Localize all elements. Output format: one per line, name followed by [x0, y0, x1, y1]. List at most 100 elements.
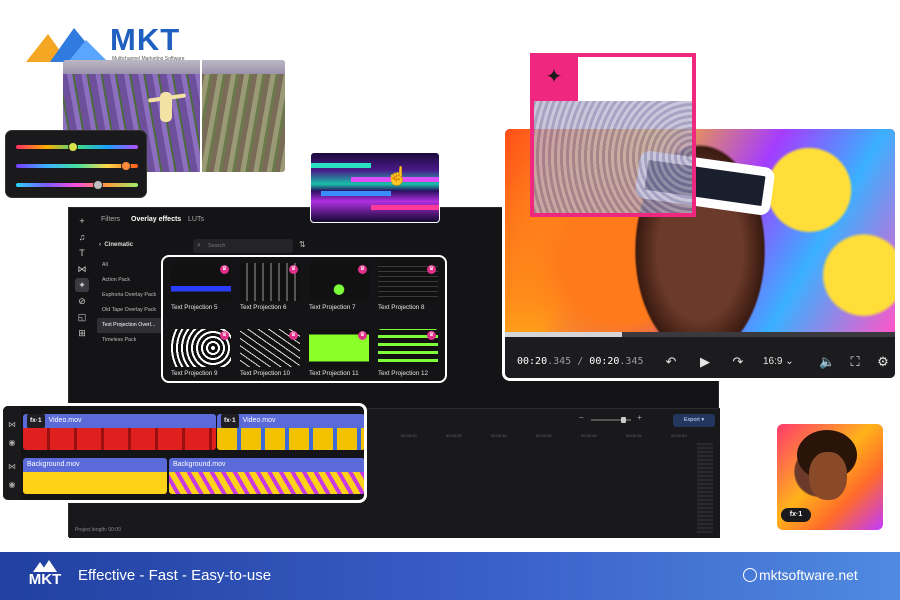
effect-thumb[interactable]: ♛ — [309, 263, 369, 301]
text-icon[interactable]: T — [75, 246, 89, 260]
video-clip[interactable]: fx·1 Video.mov — [23, 414, 216, 450]
volume-icon[interactable]: 🔈 — [819, 354, 835, 370]
play-icon[interactable]: ▶ — [697, 354, 713, 370]
effect-label: Text Projection 8 — [378, 304, 425, 311]
hue-slider[interactable] — [16, 142, 138, 152]
time-ruler: 00:00:20 00:00:25 00:00:30 00:00:35 00:0… — [369, 433, 699, 441]
saturation-slider[interactable] — [16, 161, 138, 171]
effect-label: Text Projection 9 — [171, 370, 218, 377]
tab-overlay-effects[interactable]: Overlay effects — [131, 216, 181, 223]
crown-icon: ♛ — [289, 265, 298, 274]
canvas: MKT Multichannel Marketing Software Filt… — [0, 0, 900, 600]
slider-knob[interactable] — [93, 180, 103, 190]
clip-name: Video.mov — [242, 417, 276, 424]
slider-knob[interactable] — [121, 161, 131, 171]
effects-icon[interactable]: ✦ — [75, 278, 89, 292]
crown-icon: ♛ — [289, 331, 298, 340]
effect-label: Text Projection 6 — [240, 304, 287, 311]
footer-logo-text: MKT — [28, 571, 62, 588]
search-icon: ⌕ — [197, 242, 201, 249]
category-list: All Action Pack Euphoria Overlay Pack Ol… — [97, 258, 165, 348]
video-clip[interactable]: fx·1 Video.mov — [217, 414, 364, 450]
tool-sidebar: + ♫ T ⋈ ✦ ⊘ ◱ ⊞ — [75, 214, 89, 342]
effect-label: Text Projection 7 — [309, 304, 356, 311]
category-header-label: Cinematic — [104, 242, 134, 248]
effect-label: Text Projection 5 — [171, 304, 218, 311]
current-time: 00:20 — [517, 356, 548, 367]
redo-icon[interactable]: ↷ — [730, 354, 746, 370]
effect-label: Text Projection 11 — [309, 370, 359, 377]
progress-bar[interactable] — [505, 332, 895, 337]
aspect-ratio-select[interactable]: 16:9 ⌄ — [763, 356, 794, 367]
fx-badge: fx·1 — [781, 508, 811, 522]
category-item[interactable]: All — [97, 258, 165, 273]
zoom-slider[interactable] — [591, 417, 631, 423]
glitch-effect-preview: ☝ — [310, 152, 440, 223]
category-item[interactable]: Euphoria Overlay Pack — [97, 288, 165, 303]
effect-thumb[interactable]: ♛ — [378, 329, 438, 367]
ruler-tick: 00:00:40 — [581, 433, 597, 438]
clip-name: Background.mov — [173, 461, 226, 468]
crown-icon: ♛ — [427, 331, 436, 340]
category-item[interactable]: Old Tape Overlay Pack — [97, 303, 165, 318]
add-icon[interactable]: + — [75, 214, 89, 228]
background-clip[interactable]: Background.mov — [23, 458, 167, 494]
background-clip[interactable]: Background.mov — [169, 458, 364, 494]
footer-website-text: mktsoftware.net — [759, 567, 858, 583]
hand-cursor-icon: ☝ — [386, 166, 409, 186]
crown-icon: ♛ — [358, 265, 367, 274]
category-header[interactable]: ‹ Cinematic — [99, 242, 133, 248]
sort-icon[interactable]: ⇅ — [299, 240, 306, 249]
luminance-slider[interactable] — [16, 180, 138, 190]
mute-icon[interactable]: ⋈ — [7, 420, 17, 430]
search-input[interactable]: ⌕ Search — [193, 239, 293, 253]
effect-label: Text Projection 12 — [378, 370, 429, 377]
category-item[interactable]: Timeless Pack — [97, 333, 165, 348]
sticker-icon[interactable]: ◱ — [75, 310, 89, 324]
ruler-tick: 00:00:45 — [626, 433, 642, 438]
footer-website[interactable]: mktsoftware.net — [743, 567, 858, 583]
effect-thumb[interactable]: ♛ — [309, 329, 369, 367]
music-icon[interactable]: ♫ — [75, 230, 89, 244]
footer-tagline: Effective - Fast - Easy-to-use — [78, 567, 272, 584]
ruler-tick: 00:00:20 — [401, 433, 417, 438]
zoom-out-icon[interactable]: − — [579, 413, 584, 422]
zoom-control: − + — [579, 413, 645, 424]
eye-icon[interactable]: ◉ — [7, 438, 17, 448]
effect-thumb[interactable]: ♛ — [240, 329, 300, 367]
fx-badge: fx·1 — [221, 414, 239, 428]
settings-gear-icon[interactable]: ⚙ — [875, 354, 891, 370]
tab-filters[interactable]: Filters — [101, 216, 120, 223]
mute-icon[interactable]: ⋈ — [7, 462, 17, 472]
zoom-knob[interactable] — [621, 417, 626, 423]
project-length: Project length: 00:00 — [75, 527, 121, 533]
transition-icon[interactable]: ⋈ — [75, 262, 89, 276]
filter-icon[interactable]: ⊘ — [75, 294, 89, 308]
effect-thumb[interactable]: ♛ — [171, 263, 231, 301]
effect-thumb[interactable]: ♛ — [240, 263, 300, 301]
compare-divider[interactable] — [200, 60, 202, 172]
footer-banner: MKT Effective - Fast - Easy-to-use mktso… — [0, 552, 900, 600]
clip-name: Background.mov — [27, 461, 80, 468]
ruler-tick: 00:00:35 — [536, 433, 552, 438]
player-controls: 00:20.345 / 00:20.345 ↶ ▶ ↷ 16:9 ⌄ 🔈 ⛶ ⚙ — [505, 332, 895, 378]
slider-knob[interactable] — [68, 142, 78, 152]
undo-icon[interactable]: ↶ — [663, 354, 679, 370]
search-placeholder: Search — [208, 243, 226, 249]
effect-label: Text Projection 10 — [240, 370, 291, 377]
crown-icon: ♛ — [358, 331, 367, 340]
effect-thumb[interactable]: ♛ — [378, 263, 438, 301]
ruler-tick: 00:00:30 — [491, 433, 507, 438]
grid-icon[interactable]: ⊞ — [75, 326, 89, 340]
effect-thumb[interactable]: ♛ — [171, 329, 231, 367]
globe-icon — [743, 568, 757, 582]
category-item[interactable]: Action Pack — [97, 273, 165, 288]
crown-icon: ♛ — [220, 331, 229, 340]
eye-icon[interactable]: ◉ — [7, 480, 17, 490]
fullscreen-icon[interactable]: ⛶ — [847, 354, 863, 370]
category-item-active[interactable]: Text Projection Overl... — [97, 318, 165, 333]
export-button[interactable]: Export ▾ — [673, 414, 715, 427]
zoom-in-icon[interactable]: + — [637, 413, 642, 422]
tab-luts[interactable]: LUTs — [188, 216, 204, 223]
total-ms: .345 — [619, 356, 644, 367]
